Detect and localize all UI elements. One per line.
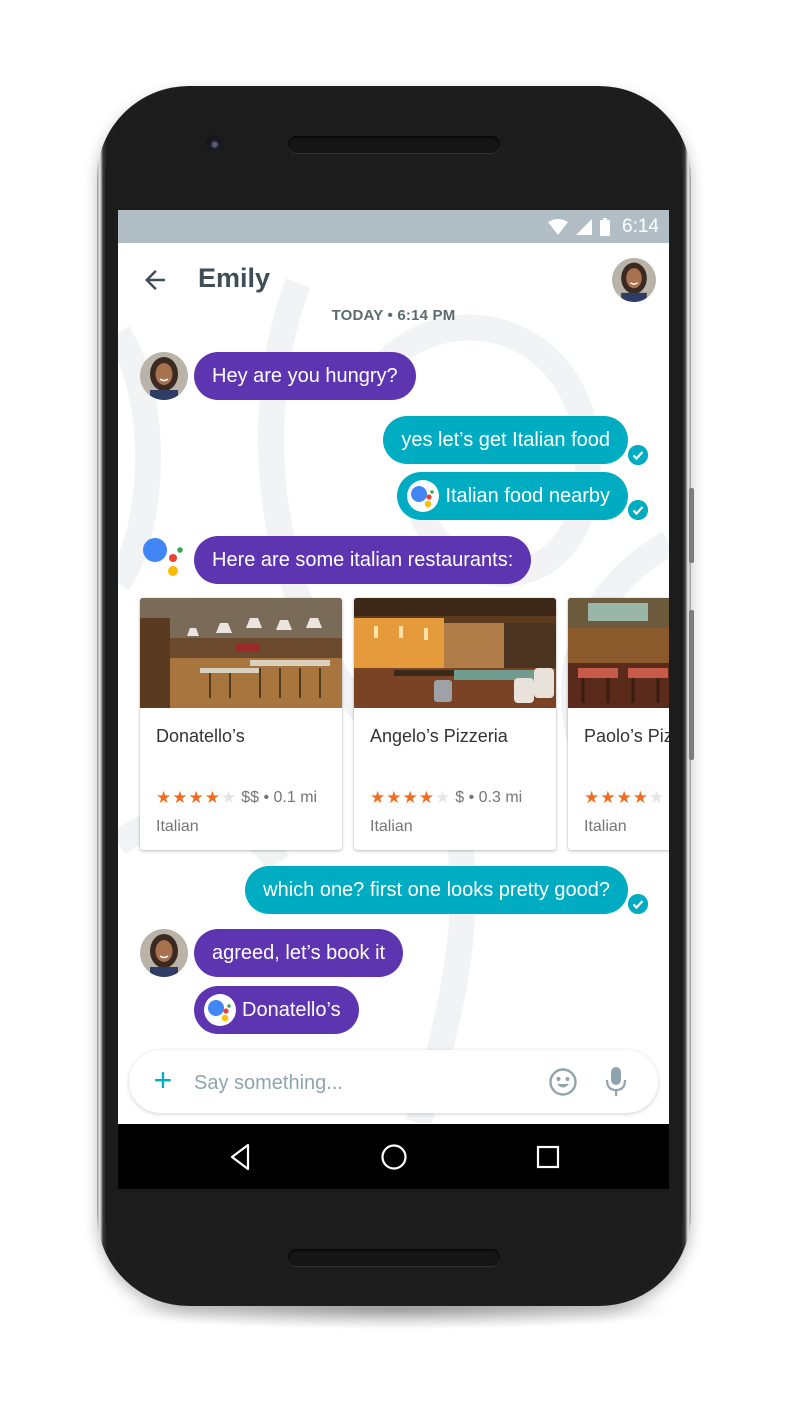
- google-assistant-logo-icon: [143, 538, 183, 576]
- app-bar: Emily: [118, 243, 669, 313]
- battery-icon: [600, 217, 611, 236]
- message-text: yes let’s get Italian food: [401, 428, 610, 451]
- restaurant-card[interactable]: Paolo’s Pizzeria ★★★★★ Italian: [568, 598, 669, 850]
- wifi-icon: [548, 218, 569, 235]
- restaurant-meta: ★★★★★ $$ • 0.1 mi: [156, 788, 317, 808]
- price-level: $: [455, 789, 465, 806]
- arrow-back-icon[interactable]: [140, 265, 170, 295]
- status-time: 6:14: [622, 215, 659, 237]
- power-button: [689, 610, 694, 760]
- person-photo: [140, 929, 188, 977]
- delivered-check-icon: [628, 445, 648, 465]
- restaurant-category: Italian: [584, 818, 627, 835]
- message-text: which one? first one looks pretty good?: [263, 878, 610, 901]
- message-text: Hey are you hungry?: [212, 364, 398, 387]
- restaurant-category: Italian: [156, 818, 199, 835]
- message-text: Donatello’s: [242, 998, 341, 1021]
- restaurant-card[interactable]: Angelo’s Pizzeria ★★★★★ $ • 0.3 mi Itali…: [354, 598, 556, 850]
- contact-avatar[interactable]: [612, 258, 656, 302]
- person-photo: [140, 352, 188, 400]
- restaurant-photo: [568, 598, 669, 708]
- message-composer: +: [129, 1050, 658, 1113]
- delivered-check-icon: [628, 500, 648, 520]
- star-rating: ★★★★★: [156, 788, 238, 807]
- navigation-bar: [118, 1124, 669, 1189]
- star-rating: ★★★★★: [370, 788, 452, 807]
- screen: 6:14 Emily TODAY • 6:14 PM Hey are you h…: [118, 210, 669, 1189]
- message-text: Italian food nearby: [445, 484, 610, 507]
- cellular-signal-icon: [576, 218, 593, 235]
- earpiece-speaker: [288, 136, 500, 153]
- emoji-icon[interactable]: [548, 1067, 578, 1097]
- delivered-check-icon: [628, 894, 648, 914]
- message-bubble[interactable]: which one? first one looks pretty good?: [245, 866, 628, 914]
- separator-dot: •: [259, 789, 274, 806]
- message-input[interactable]: [192, 1062, 526, 1104]
- restaurant-card[interactable]: Donatello’s ★★★★★ $$ • 0.1 mi Italian: [140, 598, 342, 850]
- microphone-icon[interactable]: [605, 1065, 627, 1097]
- status-bar: 6:14: [118, 210, 669, 243]
- separator-dot: •: [464, 789, 479, 806]
- volume-button: [689, 488, 694, 563]
- nav-back-icon[interactable]: [222, 1139, 258, 1175]
- message-bubble[interactable]: Hey are you hungry?: [194, 352, 416, 400]
- add-attachment-button[interactable]: +: [148, 1064, 178, 1096]
- google-assistant-icon: [204, 994, 236, 1026]
- restaurant-meta: ★★★★★ $ • 0.3 mi: [370, 788, 522, 808]
- restaurant-photo: [140, 598, 342, 708]
- star-rating: ★★★★★: [584, 788, 666, 807]
- restaurant-photo: [354, 598, 556, 708]
- message-text: agreed, let’s book it: [212, 941, 386, 964]
- nav-recents-icon[interactable]: [530, 1139, 566, 1175]
- bottom-speaker: [288, 1249, 500, 1266]
- date-divider: TODAY • 6:14 PM: [331, 307, 456, 324]
- front-camera: [206, 135, 222, 151]
- restaurant-name: Angelo’s Pizzeria: [370, 726, 508, 746]
- restaurant-carousel[interactable]: Donatello’s ★★★★★ $$ • 0.1 mi Italian An…: [140, 598, 669, 851]
- distance: 0.3 mi: [478, 789, 523, 806]
- restaurant-name: Donatello’s: [156, 726, 245, 746]
- restaurant-meta: ★★★★★: [584, 788, 669, 808]
- restaurant-name: Paolo’s Pizzeria: [584, 726, 669, 746]
- google-assistant-icon: [407, 480, 440, 512]
- person-photo: [612, 258, 656, 302]
- message-bubble[interactable]: agreed, let’s book it: [194, 929, 404, 977]
- message-text: Here are some italian restaurants:: [212, 548, 514, 571]
- distance: 0.1 mi: [273, 789, 318, 806]
- nav-home-icon[interactable]: [376, 1139, 412, 1175]
- assistant-query-bubble[interactable]: Donatello’s: [194, 986, 359, 1034]
- conversation-title: Emily: [198, 263, 271, 293]
- message-bubble[interactable]: Here are some italian restaurants:: [194, 536, 532, 584]
- sender-avatar[interactable]: [140, 929, 188, 977]
- price-level: $$: [241, 789, 260, 806]
- assistant-query-bubble[interactable]: Italian food nearby: [397, 472, 628, 520]
- restaurant-category: Italian: [370, 818, 413, 835]
- message-bubble[interactable]: yes let’s get Italian food: [383, 416, 628, 464]
- sender-avatar[interactable]: [140, 352, 188, 400]
